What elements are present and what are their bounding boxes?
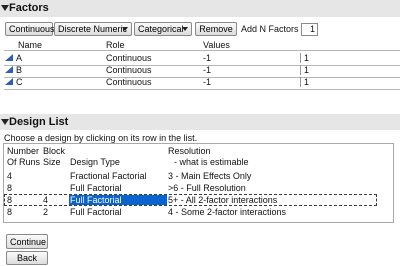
header-resolution: Resolution — [168, 146, 211, 156]
value-divider — [300, 53, 301, 63]
add-n-factors-label: Add N Factors — [241, 24, 299, 34]
design-resolution: 3 - Main Effects Only — [168, 171, 252, 181]
chevron-down-icon — [182, 27, 188, 31]
continuous-button[interactable]: Continuous — [5, 22, 55, 36]
header-block: Block — [43, 146, 66, 156]
design-list-header-bar[interactable]: Design List — [0, 114, 400, 130]
design-block-size: 4 — [43, 195, 49, 205]
value-divider — [300, 77, 301, 87]
design-type: Full Factorial — [70, 183, 122, 193]
header-design-type: Design Type — [70, 157, 120, 167]
header-number: Number — [7, 146, 40, 156]
col-header-role: Role — [106, 40, 125, 50]
header-size: Size — [43, 157, 61, 167]
design-type: Full Factorial — [70, 195, 122, 205]
design-runs: 8 — [7, 207, 13, 217]
header-of-runs: Of Runs — [7, 157, 41, 167]
back-button[interactable]: Back — [6, 251, 48, 265]
factor-low-value[interactable]: -1 — [203, 77, 211, 87]
design-list-title: Design List — [9, 116, 69, 128]
continuous-factor-icon — [5, 78, 13, 85]
design-type: Fractional Factorial — [70, 171, 147, 181]
factor-name[interactable]: A — [16, 53, 22, 63]
discrete-numeric-dropdown[interactable]: Discrete Numeric — [54, 22, 132, 36]
factor-name[interactable]: C — [16, 77, 23, 87]
factor-header-divider — [4, 50, 400, 51]
factor-low-value[interactable]: -1 — [203, 65, 211, 75]
design-runs: 4 — [7, 171, 13, 181]
value-divider — [300, 65, 301, 75]
header-estimable: - what is estimable — [174, 157, 249, 167]
design-resolution: 5+ - All 2-factor interactions — [168, 195, 278, 205]
design-runs: 8 — [7, 183, 13, 193]
design-list-instruction: Choose a design by clicking on its row i… — [4, 133, 198, 143]
factor-name[interactable]: B — [16, 65, 22, 75]
remove-button[interactable]: Remove — [195, 22, 237, 36]
categorical-dropdown[interactable]: Categorical — [134, 22, 192, 36]
design-resolution: 4 - Some 2-factor interactions — [168, 207, 287, 217]
row-divider — [4, 89, 400, 90]
factor-role: Continuous — [106, 53, 152, 63]
design-runs: 8 — [7, 195, 13, 205]
factor-role: Continuous — [106, 65, 152, 75]
collapse-icon[interactable] — [1, 5, 9, 11]
factors-header-bar[interactable]: Factors — [0, 0, 400, 17]
factor-role: Continuous — [106, 77, 152, 87]
add-n-factors-input[interactable]: 1 — [301, 23, 318, 36]
col-header-values: Values — [203, 40, 230, 50]
continuous-factor-icon — [5, 54, 13, 61]
row-divider — [4, 65, 400, 66]
design-block-size: 2 — [43, 207, 49, 217]
factor-high-value[interactable]: 1 — [304, 77, 309, 87]
collapse-icon[interactable] — [1, 119, 9, 125]
factor-low-value[interactable]: -1 — [203, 53, 211, 63]
continue-button[interactable]: Continue — [6, 234, 48, 249]
row-divider — [4, 77, 400, 78]
continuous-factor-icon — [5, 66, 13, 73]
factor-high-value[interactable]: 1 — [304, 65, 309, 75]
factor-high-value[interactable]: 1 — [304, 53, 309, 63]
chevron-down-icon — [122, 27, 128, 31]
design-type: Full Factorial — [70, 207, 122, 217]
design-row-selected[interactable]: 8 4 Full Factorial 5+ - All 2-factor int… — [4, 194, 377, 206]
col-header-name: Name — [18, 40, 43, 50]
factors-title: Factors — [9, 2, 49, 14]
design-resolution: >6 - Full Resolution — [168, 183, 246, 193]
